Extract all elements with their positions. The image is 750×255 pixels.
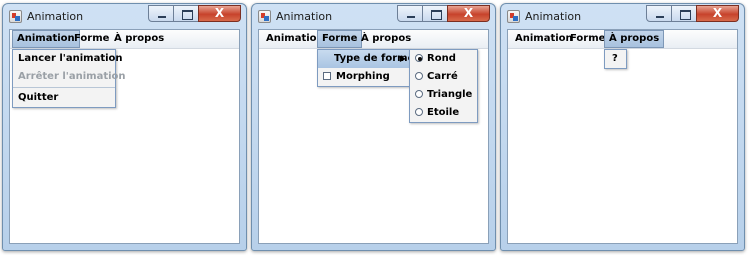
title-bar[interactable]: Animation X bbox=[252, 4, 495, 29]
type-de-forme-submenu: Rond Carré Triangle Etoile bbox=[409, 49, 478, 123]
maximize-icon[interactable] bbox=[671, 5, 697, 22]
menu-item-carre[interactable]: Carré bbox=[410, 68, 477, 86]
maximize-icon[interactable] bbox=[173, 5, 199, 22]
title-bar[interactable]: Animation X bbox=[501, 4, 744, 29]
java-app-icon bbox=[507, 10, 520, 23]
window-title: Animation bbox=[525, 10, 582, 23]
menu-item-lancer-animation[interactable]: Lancer l'animation bbox=[13, 50, 123, 68]
menu-a-propos[interactable]: À propos bbox=[110, 30, 168, 48]
menu-forme[interactable]: Forme bbox=[70, 30, 113, 48]
menu-item-about[interactable]: ? bbox=[605, 50, 626, 68]
window-forme-menu-open: Animation X Animation Forme À propos Typ… bbox=[251, 3, 496, 251]
title-bar[interactable]: Animation X bbox=[3, 4, 246, 29]
close-icon[interactable]: X bbox=[447, 5, 490, 22]
window-controls: X bbox=[646, 5, 739, 23]
animation-menu-popup: Lancer l'animation Arrêter l'animation Q… bbox=[12, 49, 126, 108]
menu-item-label: Morphing bbox=[336, 71, 390, 82]
menu-forme[interactable]: Forme bbox=[317, 30, 363, 48]
menu-item-triangle[interactable]: Triangle bbox=[410, 86, 477, 104]
window-animation-menu-open: Animation X Animation Forme À propos Lan… bbox=[2, 3, 247, 251]
menu-a-propos[interactable]: À propos bbox=[357, 30, 415, 48]
java-app-icon bbox=[258, 10, 271, 23]
menu-a-propos[interactable]: À propos bbox=[604, 30, 665, 48]
window-controls: X bbox=[148, 5, 241, 23]
window-title: Animation bbox=[27, 10, 84, 23]
checkbox-unchecked-icon[interactable] bbox=[323, 72, 331, 80]
menu-item-type-de-forme[interactable]: Type de forme ▶ bbox=[318, 50, 414, 68]
menu-item-morphing[interactable]: Morphing bbox=[318, 68, 409, 86]
minimize-icon[interactable] bbox=[397, 5, 423, 22]
menu-item-rond[interactable]: Rond bbox=[410, 50, 477, 68]
menu-bar: Animation Forme À propos bbox=[508, 30, 737, 49]
menu-item-etoile[interactable]: Etoile bbox=[410, 104, 477, 122]
minimize-icon[interactable] bbox=[148, 5, 174, 22]
java-app-icon bbox=[9, 10, 22, 23]
maximize-icon[interactable] bbox=[422, 5, 448, 22]
window-a-propos-menu-open: Animation X Animation Forme À propos ? bbox=[500, 3, 745, 251]
forme-menu-popup: Type de forme ▶ Morphing bbox=[317, 49, 414, 87]
menu-forme[interactable]: Forme bbox=[566, 30, 609, 48]
radio-selected-icon[interactable] bbox=[415, 54, 423, 62]
menu-separator bbox=[13, 87, 115, 88]
menu-item-quitter[interactable]: Quitter bbox=[13, 89, 115, 107]
a-propos-menu-popup: ? bbox=[604, 49, 627, 69]
radio-unselected-icon[interactable] bbox=[415, 108, 423, 116]
content-area: Animation Forme À propos Lancer l'animat… bbox=[9, 29, 240, 244]
close-icon[interactable]: X bbox=[696, 5, 739, 22]
window-title: Animation bbox=[276, 10, 333, 23]
submenu-arrow-icon: ▶ bbox=[399, 54, 406, 63]
radio-unselected-icon[interactable] bbox=[415, 72, 423, 80]
content-area: Animation Forme À propos ? bbox=[507, 29, 738, 244]
minimize-icon[interactable] bbox=[646, 5, 672, 22]
menu-bar: Animation Forme À propos bbox=[10, 30, 239, 49]
menu-bar: Animation Forme À propos bbox=[259, 30, 488, 49]
window-controls: X bbox=[397, 5, 490, 23]
menu-item-arreter-animation: Arrêter l'animation bbox=[18, 71, 126, 82]
close-icon[interactable]: X bbox=[198, 5, 241, 22]
radio-unselected-icon[interactable] bbox=[415, 90, 423, 98]
content-area: Animation Forme À propos Type de forme ▶… bbox=[258, 29, 489, 244]
